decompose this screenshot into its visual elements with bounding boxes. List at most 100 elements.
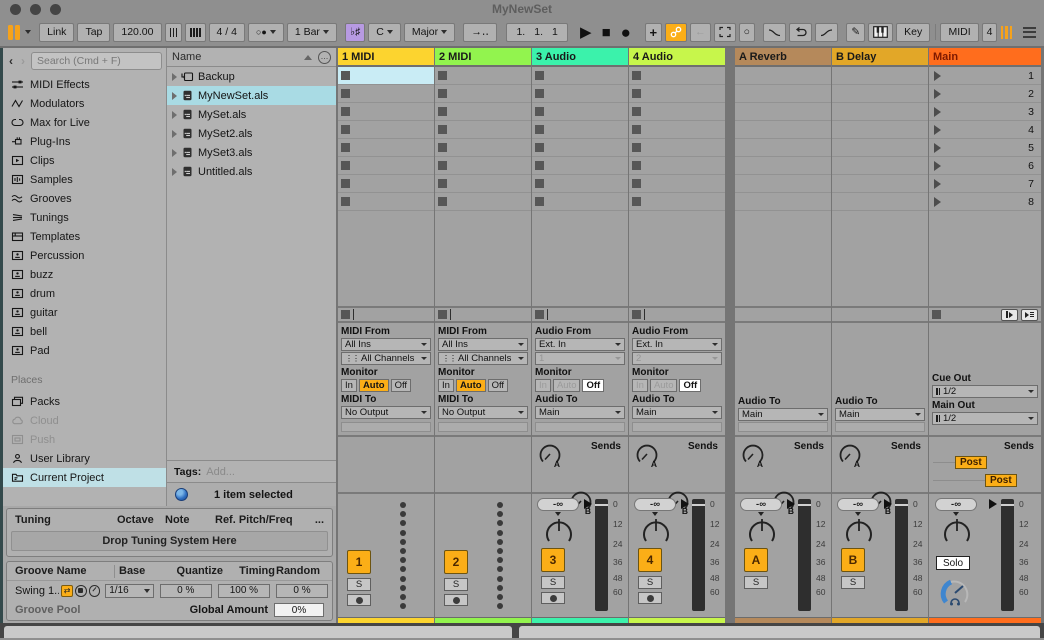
- clip-stop-icon[interactable]: [438, 125, 447, 134]
- clip-slot[interactable]: [832, 103, 928, 121]
- volume-fader[interactable]: [584, 499, 592, 509]
- clip-slot[interactable]: [735, 157, 831, 175]
- clip-stop-icon[interactable]: [341, 161, 350, 170]
- sidebar-item-tunings[interactable]: Tunings: [3, 208, 166, 227]
- cue-volume-knob[interactable]: [938, 576, 972, 613]
- scene-play-icon[interactable]: [934, 89, 941, 99]
- solo-button[interactable]: S: [841, 576, 865, 589]
- stop-all-clips-button[interactable]: [932, 310, 941, 319]
- track-header[interactable]: 3 Audio: [532, 48, 628, 67]
- sidebar-item-packs[interactable]: Packs: [3, 392, 166, 411]
- clip-slot[interactable]: [629, 157, 725, 175]
- clip-slot[interactable]: [338, 67, 434, 85]
- record-button[interactable]: ●: [621, 24, 631, 41]
- solo-button[interactable]: S: [347, 578, 371, 591]
- track-header[interactable]: 4 Audio: [629, 48, 725, 67]
- input-channel-select[interactable]: ⋮⋮All Channels: [341, 352, 431, 365]
- monitor-auto-button[interactable]: Auto: [650, 379, 678, 392]
- cue-out-select[interactable]: 1/2: [932, 385, 1038, 398]
- volume-fader[interactable]: [884, 499, 892, 509]
- scene-slot-8[interactable]: 8: [929, 193, 1041, 211]
- clip-stop-icon[interactable]: [535, 107, 544, 116]
- input-type-select[interactable]: Ext. In: [535, 338, 625, 351]
- clip-stop-icon[interactable]: [341, 107, 350, 116]
- groove-random-value[interactable]: 0 %: [276, 584, 328, 598]
- clip-slot[interactable]: [832, 85, 928, 103]
- clip-slot[interactable]: [338, 121, 434, 139]
- clip-slot[interactable]: [735, 67, 831, 85]
- track-activator-button[interactable]: 2: [444, 550, 468, 574]
- expand-icon[interactable]: [172, 92, 177, 100]
- monitor-off-button[interactable]: Off: [488, 379, 509, 392]
- nudge-up-button[interactable]: [185, 23, 206, 42]
- input-channel-select[interactable]: 1: [535, 352, 625, 365]
- computer-midi-keyboard-button[interactable]: [868, 23, 893, 42]
- monitor-off-button[interactable]: Off: [679, 379, 701, 392]
- sidebar-item-samples[interactable]: Samples: [3, 170, 166, 189]
- clip-stop-icon[interactable]: [535, 197, 544, 206]
- input-channel-select[interactable]: ⋮⋮All Channels: [438, 352, 528, 365]
- hot-swap-groove-icon[interactable]: ⇄: [61, 585, 73, 597]
- track-activator-button[interactable]: 4: [638, 548, 662, 572]
- scene-play-icon[interactable]: [934, 71, 941, 81]
- quantization-menu[interactable]: 1 Bar: [287, 23, 337, 42]
- play-button[interactable]: ▶: [580, 25, 592, 40]
- peak-level-display[interactable]: -∞: [634, 498, 676, 511]
- status-view[interactable]: [519, 626, 1040, 638]
- clip-slot[interactable]: [338, 139, 434, 157]
- volume-fader[interactable]: [989, 499, 997, 509]
- peak-level-display[interactable]: -∞: [935, 498, 977, 511]
- track-activator-button[interactable]: A: [744, 548, 768, 572]
- clip-slot[interactable]: [435, 193, 531, 211]
- sidebar-item-guitar[interactable]: guitar: [3, 303, 166, 322]
- clip-slot[interactable]: [435, 67, 531, 85]
- loop-button[interactable]: [789, 23, 812, 42]
- file-row-mynewset-als[interactable]: MyNewSet.als: [167, 86, 336, 105]
- sidebar-item-buzz[interactable]: buzz: [3, 265, 166, 284]
- clip-stop-icon[interactable]: [341, 89, 350, 98]
- clip-slot[interactable]: [532, 103, 628, 121]
- nudge-down-button[interactable]: [165, 23, 183, 42]
- draw-mode-button[interactable]: ✎: [846, 23, 865, 42]
- clip-slot[interactable]: [629, 139, 725, 157]
- clip-stop-icon[interactable]: [632, 71, 641, 80]
- output-type-select[interactable]: Main: [535, 406, 625, 419]
- pan-knob[interactable]: [638, 515, 674, 550]
- clip-stop-icon[interactable]: [341, 197, 350, 206]
- scene-follow-actions-button[interactable]: [1021, 309, 1038, 321]
- sort-ascending-icon[interactable]: [304, 55, 312, 60]
- monitor-off-button[interactable]: Off: [391, 379, 412, 392]
- sidebar-item-bell[interactable]: bell: [3, 322, 166, 341]
- send-a-pre-post-toggle[interactable]: Post: [955, 456, 987, 469]
- clip-stop-icon[interactable]: [438, 161, 447, 170]
- send-a-knob[interactable]: A: [740, 441, 766, 469]
- more-options-icon[interactable]: …: [318, 51, 331, 64]
- clip-slot[interactable]: [532, 175, 628, 193]
- expand-icon[interactable]: [172, 73, 177, 81]
- send-a-knob[interactable]: A: [634, 441, 660, 469]
- clip-slot[interactable]: [832, 67, 928, 85]
- expand-icon[interactable]: [172, 168, 177, 176]
- clip-stop-icon[interactable]: [632, 179, 641, 188]
- clip-slot[interactable]: [435, 103, 531, 121]
- input-type-select[interactable]: All Ins: [341, 338, 431, 351]
- arm-button[interactable]: [444, 594, 468, 606]
- tap-tempo-button[interactable]: Tap: [77, 23, 110, 42]
- save-groove-icon[interactable]: [75, 585, 87, 597]
- browser-back-button[interactable]: ‹: [7, 54, 15, 68]
- clip-slot[interactable]: [435, 85, 531, 103]
- output-type-select[interactable]: No Output: [341, 406, 431, 419]
- sidebar-item-max-for-live[interactable]: Max for Live: [3, 113, 166, 132]
- output-type-select[interactable]: Main: [738, 408, 828, 421]
- clip-slot[interactable]: [532, 193, 628, 211]
- file-row-backup[interactable]: Backup: [167, 67, 336, 86]
- scene-slot-7[interactable]: 7: [929, 175, 1041, 193]
- clip-stop-icon[interactable]: [535, 143, 544, 152]
- clip-stop-icon[interactable]: [438, 197, 447, 206]
- scene-play-icon[interactable]: [934, 143, 941, 153]
- clip-stop-icon[interactable]: [438, 89, 447, 98]
- scale-mode-button[interactable]: ♭♯: [345, 23, 365, 42]
- solo-cue-button[interactable]: Solo: [936, 556, 970, 570]
- scene-play-icon[interactable]: [934, 197, 941, 207]
- automation-arm-button[interactable]: [665, 23, 687, 42]
